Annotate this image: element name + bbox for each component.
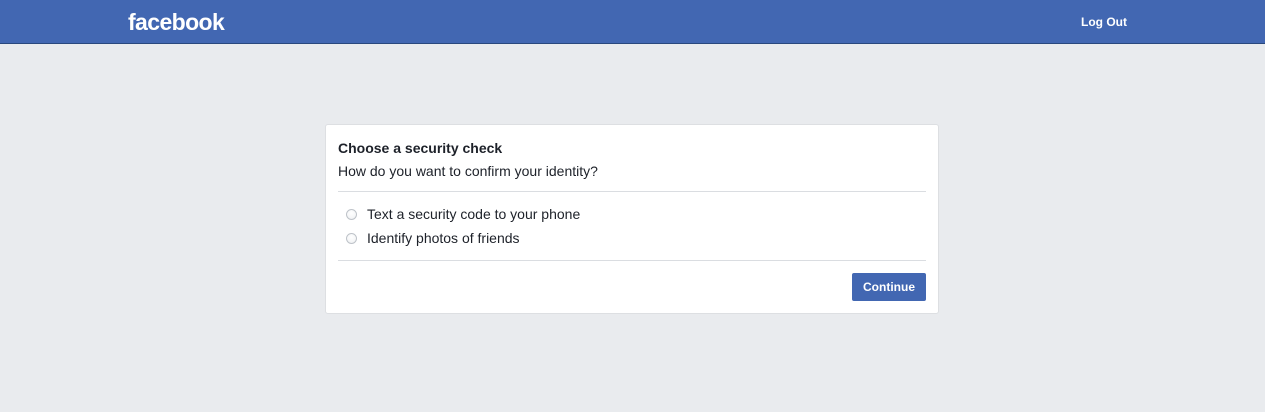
divider bbox=[338, 191, 926, 192]
log-out-link[interactable]: Log Out bbox=[1081, 14, 1127, 30]
top-navigation-bar: facebook Log Out bbox=[0, 0, 1265, 44]
option-label[interactable]: Text a security code to your phone bbox=[367, 205, 580, 223]
option-label[interactable]: Identify photos of friends bbox=[367, 229, 520, 247]
security-check-card: Choose a security check How do you want … bbox=[325, 124, 939, 314]
radio-button-unselected-icon[interactable] bbox=[346, 208, 357, 220]
option-identify-photos[interactable]: Identify photos of friends bbox=[346, 229, 520, 247]
option-text-security-code[interactable]: Text a security code to your phone bbox=[346, 205, 580, 223]
card-title: Choose a security check bbox=[338, 140, 503, 156]
facebook-logo[interactable]: facebook bbox=[128, 8, 225, 36]
divider bbox=[338, 260, 926, 261]
card-subtitle: How do you want to confirm your identity… bbox=[338, 163, 598, 179]
radio-button-unselected-icon[interactable] bbox=[346, 232, 357, 244]
continue-button[interactable]: Continue bbox=[852, 273, 926, 301]
